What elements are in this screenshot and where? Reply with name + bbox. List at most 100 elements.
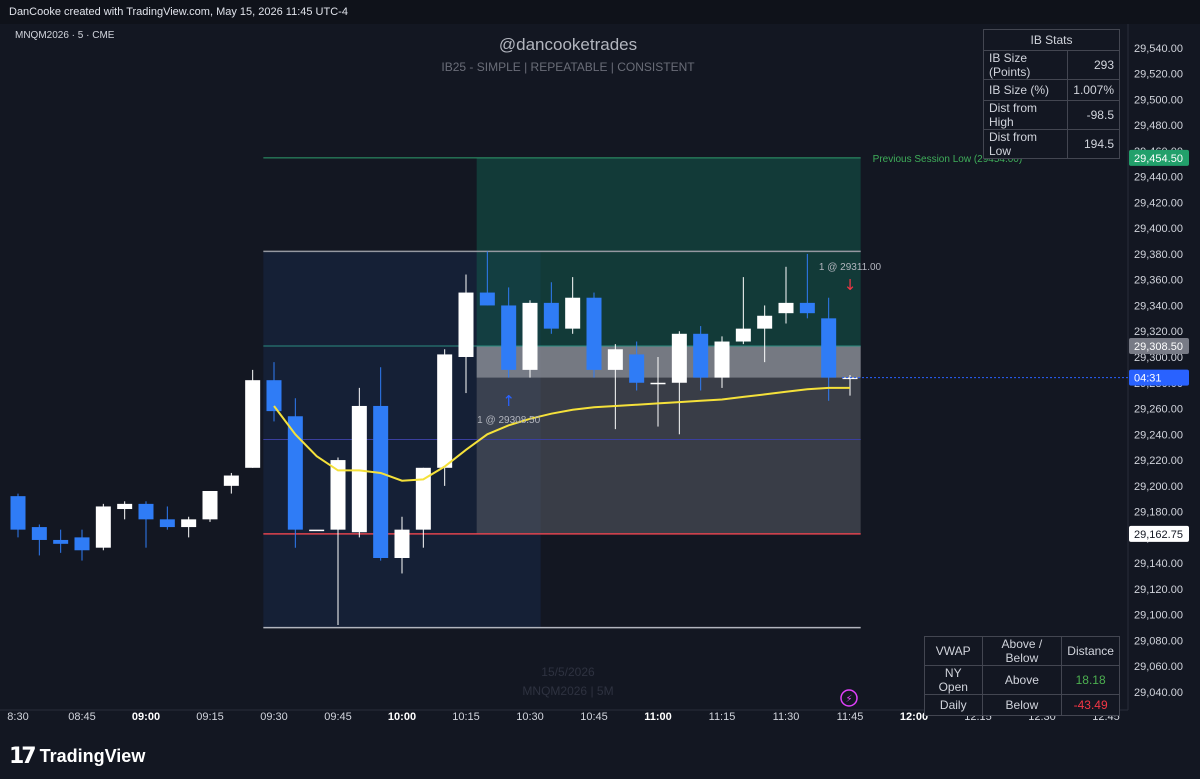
candle-body [437, 354, 453, 468]
candle-body [607, 349, 623, 370]
price-badge-text: 04:31 [1134, 373, 1162, 385]
ib-stats-header-row: IB Stats [983, 29, 1120, 51]
candle-body [479, 292, 495, 306]
vwap-table: VWAP Above / Below Distance NY Open Abov… [924, 636, 1120, 716]
y-tick-label: 29,420.00 [1134, 197, 1183, 209]
x-tick-label: 09:00 [132, 711, 160, 723]
table-row: Dist from Low 194.5 [982, 129, 1120, 159]
candle-body [117, 503, 133, 510]
candle-body [373, 405, 389, 558]
vwap-row-distance: 18.18 [1061, 665, 1120, 695]
attribution-text: DanCooke created with TradingView.com, M… [9, 6, 348, 18]
x-tick-label: 11:45 [837, 711, 864, 723]
x-tick-label: 10:00 [388, 711, 416, 723]
candle-body [671, 333, 687, 383]
tradingview-logo[interactable]: 17 TradingView [9, 744, 145, 769]
table-row: NY Open Above 18.18 [924, 665, 1120, 695]
ib-stats-title: IB Stats [983, 29, 1120, 51]
x-tick-label: 09:30 [260, 711, 288, 723]
candle-body [799, 302, 815, 314]
y-tick-label: 29,220.00 [1134, 455, 1183, 467]
price-badge-text: 29,162.75 [1134, 529, 1183, 541]
trade-label: 1 @ 29311.00 [819, 262, 882, 273]
table-row: Daily Below -43.49 [924, 694, 1120, 716]
watermark-title: @dancooketrades [499, 35, 637, 54]
candle-body [394, 529, 410, 558]
ib-stat-value: 1.007% [1067, 79, 1120, 101]
candle-body [565, 297, 581, 329]
ib-stat-label: IB Size (Points) [982, 50, 1069, 80]
candle-body [159, 519, 175, 528]
candle-body [351, 405, 367, 533]
candle-body [202, 490, 218, 520]
watermark-symbol: MNQM2026 | 5M [522, 684, 613, 698]
sell-arrow-icon: ↓ [844, 276, 857, 294]
vwap-row-state: Below [981, 694, 1063, 716]
y-tick-label: 29,040.00 [1134, 687, 1183, 699]
watermark-date: 15/5/2026 [541, 665, 595, 679]
ib-stat-value: 293 [1067, 50, 1120, 80]
candle-body [735, 328, 751, 342]
y-tick-label: 29,260.00 [1134, 404, 1183, 416]
candle-body [309, 529, 325, 532]
candle-body [714, 341, 730, 378]
ib-stat-label: Dist from Low [982, 129, 1069, 159]
candle-body [543, 302, 559, 329]
ib-stat-label: Dist from High [982, 100, 1069, 130]
y-tick-label: 29,060.00 [1134, 661, 1183, 673]
candle-body [10, 496, 26, 530]
candle-body [95, 506, 111, 548]
candle-body [458, 292, 474, 357]
tradingview-mark-icon: 17 [9, 744, 37, 769]
lightning-glyph-icon: ⚡ [845, 694, 852, 705]
trade-label: 1 @ 29308.50 [477, 415, 540, 426]
price-badge-text: 29,454.50 [1134, 153, 1183, 165]
candle-body [501, 305, 517, 370]
y-tick-label: 29,200.00 [1134, 481, 1183, 493]
vwap-row-state: Above [981, 665, 1063, 695]
x-tick-label: 10:15 [452, 711, 480, 723]
candle-body [138, 503, 154, 520]
y-tick-label: 29,540.00 [1134, 43, 1183, 55]
candle-body [223, 475, 239, 486]
candle-body [778, 302, 794, 314]
table-row: IB Size (Points) 293 [982, 50, 1120, 80]
x-tick-label: 11:00 [644, 711, 672, 723]
header-bar: DanCooke created with TradingView.com, M… [0, 0, 1200, 24]
ib-stats-table: IB Stats IB Size (Points) 293 IB Size (%… [982, 29, 1120, 159]
vwap-table-header-row: VWAP Above / Below Distance [924, 636, 1120, 666]
watermark-subtitle: IB25 - SIMPLE | REPEATABLE | CONSISTENT [441, 60, 695, 74]
candle-body [74, 537, 90, 551]
x-tick-label: 8:30 [7, 711, 28, 723]
table-row: Dist from High -98.5 [982, 100, 1120, 130]
symbol-label: MNQM2026 · 5 · CME [15, 30, 115, 41]
y-tick-label: 29,440.00 [1134, 172, 1183, 184]
x-tick-label: 11:15 [709, 711, 736, 723]
y-tick-label: 29,500.00 [1134, 94, 1183, 106]
y-tick-label: 29,100.00 [1134, 610, 1183, 622]
vwap-row-label: Daily [924, 694, 983, 716]
candle-body [53, 539, 69, 544]
vwap-header: Distance [1061, 636, 1120, 666]
vwap-row-label: NY Open [924, 665, 983, 695]
candle-body [757, 315, 773, 329]
x-tick-label: 11:30 [773, 711, 800, 723]
candle-body [586, 297, 602, 370]
candle-body [31, 527, 47, 540]
y-tick-label: 29,140.00 [1134, 558, 1183, 570]
candle-body [245, 380, 261, 468]
x-tick-label: 09:15 [196, 711, 224, 723]
footer-bar [0, 734, 1200, 779]
vwap-header: VWAP [924, 636, 983, 666]
x-tick-label: 09:45 [324, 711, 352, 723]
y-tick-label: 29,320.00 [1134, 326, 1183, 338]
vwap-header: Above / Below [981, 636, 1063, 666]
y-tick-label: 29,360.00 [1134, 275, 1183, 287]
y-tick-label: 29,520.00 [1134, 69, 1183, 81]
y-tick-label: 29,120.00 [1134, 584, 1183, 596]
ib-stat-value: -98.5 [1067, 100, 1120, 130]
vwap-row-distance: -43.49 [1061, 694, 1120, 716]
tradingview-wordmark: TradingView [39, 746, 146, 766]
candle-body [650, 382, 666, 385]
y-tick-label: 29,240.00 [1134, 429, 1183, 441]
